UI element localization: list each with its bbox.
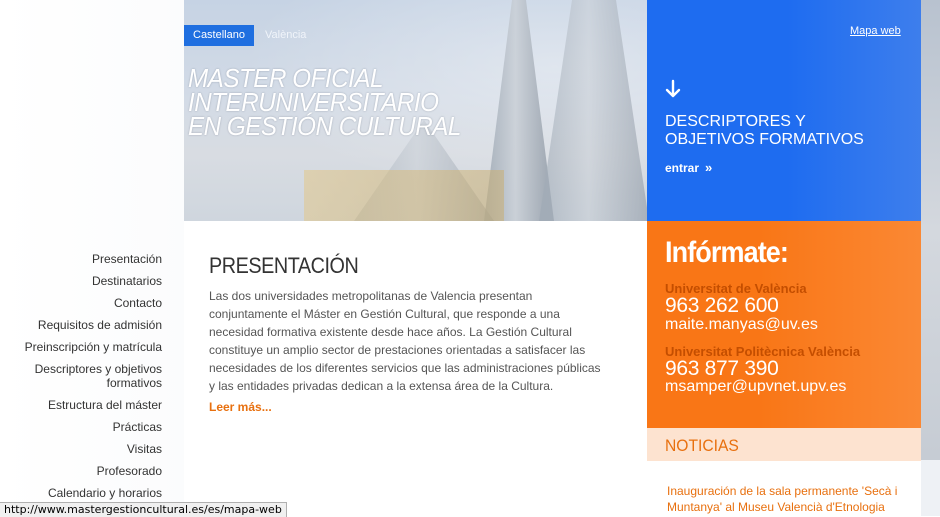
- stone-facade: [304, 170, 504, 221]
- enter-link[interactable]: entrar »: [665, 160, 712, 175]
- sidebar-item-destinatarios[interactable]: Destinatarios: [0, 274, 162, 288]
- sidebar-item-preinscripcion[interactable]: Preinscripción y matrícula: [0, 340, 162, 354]
- intro-paragraph: Las dos universidades metropolitanas de …: [209, 289, 601, 393]
- language-castellano-button[interactable]: Castellano: [184, 25, 254, 46]
- double-chevron-icon: »: [705, 160, 713, 175]
- sidebar-item-presentacion[interactable]: Presentación: [0, 252, 162, 266]
- promo-title: DESCRIPTORES Y OBJETIVOS FORMATIVOS: [665, 113, 864, 148]
- arrow-down-icon: [665, 79, 681, 98]
- side-photo-strip: [921, 0, 940, 460]
- sidebar-item-profesorado[interactable]: Profesorado: [0, 464, 162, 478]
- sidebar-item-descriptores[interactable]: Descriptores y objetivos formativos: [0, 362, 162, 390]
- sidebar-item-practicas[interactable]: Prácticas: [0, 420, 162, 434]
- sidebar-item-requisitos[interactable]: Requisitos de admisión: [0, 318, 162, 332]
- sidebar-item-visitas[interactable]: Visitas: [0, 442, 162, 456]
- page-heading: PRESENTACIÓN: [209, 253, 359, 278]
- browser-status-url: http://www.mastergestioncultural.es/es/m…: [0, 502, 287, 517]
- news-heading: NOTICIAS: [665, 436, 739, 455]
- email-address[interactable]: msamper@upvnet.upv.es: [665, 378, 846, 396]
- news-item-link[interactable]: Inauguración de la sala permanente 'Secà…: [667, 483, 907, 515]
- sidebar-item-calendario[interactable]: Calendario y horarios: [0, 486, 162, 500]
- sidebar-item-contacto[interactable]: Contacto: [0, 296, 162, 310]
- info-title: Infórmate:: [665, 236, 789, 269]
- site-title-line: EN GESTIÓN CULTURAL: [188, 111, 461, 141]
- sidebar-nav: Presentación Destinatarios Contacto Requ…: [0, 252, 162, 508]
- language-valencia-button[interactable]: València: [256, 25, 315, 46]
- sidebar-item-estructura[interactable]: Estructura del máster: [0, 398, 162, 412]
- read-more-link[interactable]: Leer más...: [209, 400, 272, 414]
- email-address[interactable]: maite.manyas@uv.es: [665, 316, 818, 334]
- site-title: MASTER OFICIAL INTERUNIVERSITARIO EN GES…: [188, 65, 461, 141]
- phone-number: 963 262 600: [665, 294, 779, 317]
- sitemap-link[interactable]: Mapa web: [850, 25, 901, 37]
- enter-link-label[interactable]: entrar: [665, 161, 699, 175]
